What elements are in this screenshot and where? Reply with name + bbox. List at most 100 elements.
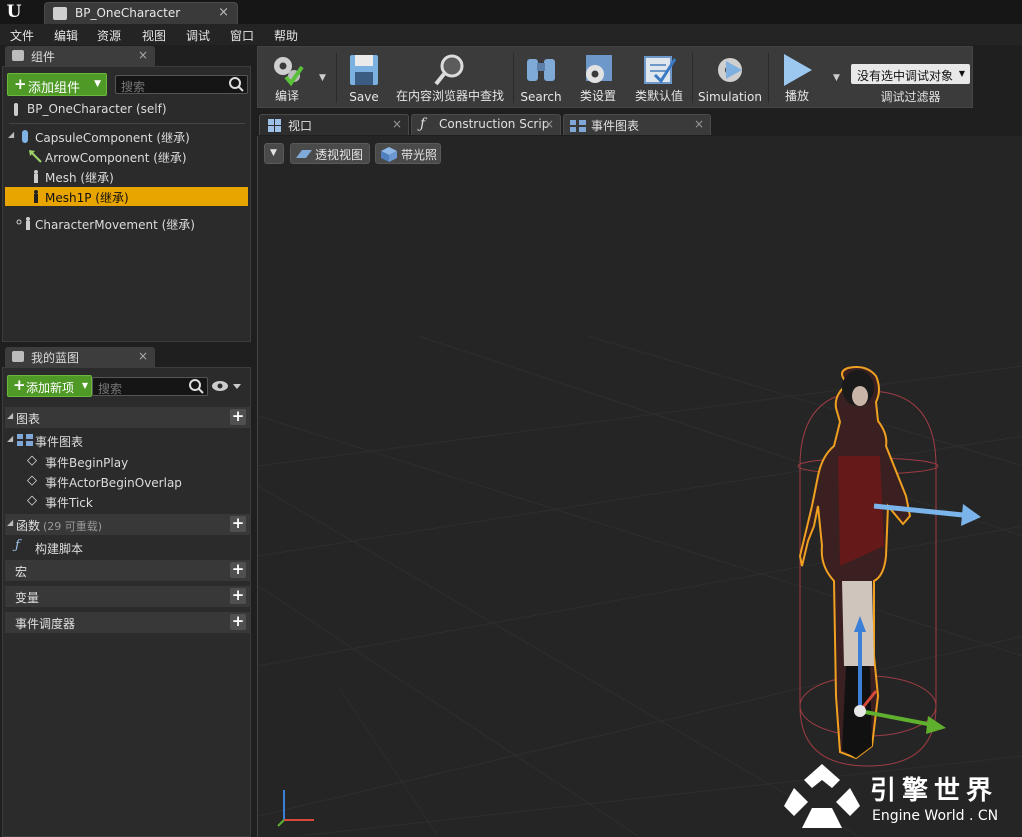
expand-triangle-icon[interactable]: ◢ <box>8 130 14 139</box>
add-function-button[interactable]: + <box>230 516 246 532</box>
menu-view[interactable]: 视图 <box>142 27 166 44</box>
self-icon <box>14 103 18 116</box>
class-settings-icon <box>586 55 612 83</box>
tab-viewport[interactable]: 视口 × <box>259 114 409 135</box>
class-settings-button[interactable]: 类设置 <box>570 49 626 107</box>
menu-help[interactable]: 帮助 <box>274 27 298 44</box>
my-blueprint-panel: + 添加新项 ▼ 搜索 ◢ 图表 + ◢ 事件图表 ◇ 事件BeginPlay … <box>2 367 251 837</box>
section-event-dispatchers[interactable]: 事件调度器 + <box>5 612 251 633</box>
section-variables[interactable]: 变量 + <box>5 586 251 607</box>
menu-edit[interactable]: 编辑 <box>54 27 78 44</box>
tab-event-graph[interactable]: 事件图表 × <box>563 114 711 135</box>
lit-cube-icon <box>381 147 397 162</box>
expand-triangle-icon: ◢ <box>7 518 14 527</box>
chevron-down-icon: ▼ <box>958 69 965 78</box>
construction-script-item[interactable]: ƒ 构建脚本 <box>5 537 251 557</box>
menu-window[interactable]: 窗口 <box>230 27 254 44</box>
close-icon[interactable]: × <box>392 117 402 131</box>
plus-icon: + <box>13 376 26 394</box>
viewport-options-button[interactable]: ▼ <box>264 143 284 164</box>
play-icon <box>784 54 812 86</box>
add-new-label: 添加新项 <box>26 381 75 395</box>
divider <box>9 123 245 124</box>
find-in-content-browser-button[interactable]: 在内容浏览器中查找 <box>392 49 508 107</box>
compile-button[interactable]: 编译 <box>262 49 312 107</box>
tab-construction-script[interactable]: ƒ Construction Scrip × <box>411 114 561 135</box>
add-macro-button[interactable]: + <box>230 562 246 578</box>
tree-item-label: CharacterMovement (继承) <box>35 218 195 232</box>
tree-item-capsule[interactable]: ◢ CapsuleComponent (继承) <box>5 127 248 146</box>
expand-triangle-icon: ◢ <box>7 434 14 443</box>
debug-filter-label: 调试过滤器 <box>880 90 941 104</box>
class-defaults-button[interactable]: 类默认值 <box>630 49 688 107</box>
event-item-actorbeginoverlap[interactable]: ◇ 事件ActorBeginOverlap <box>5 471 251 491</box>
section-graphs[interactable]: ◢ 图表 + <box>5 407 251 428</box>
menu-bar: 文件 编辑 资源 视图 调试 窗口 帮助 <box>0 24 1022 45</box>
divider <box>513 53 514 103</box>
tree-item-mesh[interactable]: Mesh (继承) <box>5 167 248 186</box>
tree-item-label: ArrowComponent (继承) <box>45 151 187 165</box>
play-options-chevron-icon[interactable]: ▼ <box>833 73 840 83</box>
save-label: Save <box>349 90 379 104</box>
divider <box>692 53 693 103</box>
menu-asset[interactable]: 资源 <box>97 27 121 44</box>
functions-override-count: (29 可重载) <box>43 520 103 533</box>
event-graph-item[interactable]: ◢ 事件图表 <box>5 430 251 450</box>
compile-options-chevron-icon[interactable]: ▼ <box>319 73 326 83</box>
perspective-button[interactable]: 透视视图 <box>290 143 370 164</box>
search-button[interactable]: Search <box>516 49 566 107</box>
menu-file[interactable]: 文件 <box>10 27 34 44</box>
event-item-tick[interactable]: ◇ 事件Tick <box>5 491 251 511</box>
section-functions[interactable]: ◢ 函数 (29 可重载) + <box>5 514 251 535</box>
tree-item-label: Mesh (继承) <box>45 171 114 185</box>
unreal-logo-icon[interactable]: U <box>2 1 26 23</box>
toolbar: 编译 ▼ Save 在内容浏览器中查找 Search 类设置 类默认值 Simu… <box>257 46 973 108</box>
document-tab-label: BP_OneCharacter <box>75 6 181 20</box>
tree-item-mesh1p[interactable]: Mesh1P (继承) <box>5 187 248 206</box>
play-button[interactable]: 播放 <box>772 49 822 107</box>
viewport-icon <box>268 119 281 132</box>
event-label: 事件Tick <box>45 496 93 510</box>
tree-item-self[interactable]: BP_OneCharacter (self) <box>5 100 248 119</box>
close-icon[interactable]: × <box>218 5 229 20</box>
tab-components-label: 组件 <box>31 50 56 64</box>
class-defaults-label: 类默认值 <box>634 89 683 103</box>
tree-item-character-movement[interactable]: CharacterMovement (继承) <box>5 214 248 233</box>
watermark-subtitle: Engine World . CN <box>872 808 999 824</box>
graph-icon <box>570 120 586 132</box>
simulation-button[interactable]: Simulation <box>696 49 764 107</box>
add-graph-button[interactable]: + <box>230 409 246 425</box>
tab-components[interactable]: 组件 × <box>5 46 155 66</box>
search-icon <box>229 77 244 92</box>
tree-item-arrow[interactable]: ArrowComponent (继承) <box>5 147 248 166</box>
chevron-down-icon: ▼ <box>94 79 101 89</box>
event-item-beginplay[interactable]: ◇ 事件BeginPlay <box>5 451 251 471</box>
class-settings-label: 类设置 <box>579 89 616 103</box>
blueprint-search-input[interactable]: 搜索 <box>92 377 208 396</box>
viewport[interactable]: ▼ 透视视图 带光照 引擎世界 Engine World . CN <box>257 136 1022 837</box>
section-macros[interactable]: 宏 + <box>5 560 251 581</box>
visibility-eye-icon[interactable] <box>211 379 241 393</box>
close-icon[interactable]: × <box>138 349 148 363</box>
add-variable-button[interactable]: + <box>230 588 246 604</box>
menu-debug[interactable]: 调试 <box>186 27 210 44</box>
save-button[interactable]: Save <box>340 49 388 107</box>
section-graphs-label: 图表 <box>16 412 41 426</box>
close-icon[interactable]: × <box>138 48 148 62</box>
compile-label: 编译 <box>274 89 299 103</box>
debug-object-value: 没有选中调试对象 <box>857 69 954 83</box>
add-component-button[interactable]: + 添加组件 ▼ <box>7 73 107 96</box>
debug-object-select[interactable]: 没有选中调试对象 ▼ <box>851 64 970 84</box>
document-tab[interactable]: BP_OneCharacter × <box>44 2 238 24</box>
event-diamond-icon: ◇ <box>27 473 37 488</box>
add-component-label: 添加组件 <box>28 81 81 96</box>
components-search-input[interactable]: 搜索 <box>115 75 248 94</box>
tab-my-blueprint[interactable]: 我的蓝图 × <box>5 347 155 367</box>
close-icon[interactable]: × <box>694 117 704 131</box>
add-dispatcher-button[interactable]: + <box>230 614 246 630</box>
tree-item-label: Mesh1P (继承) <box>45 191 129 205</box>
character-mesh[interactable] <box>778 366 1022 776</box>
add-new-button[interactable]: + 添加新项 ▼ <box>7 375 92 397</box>
lit-mode-button[interactable]: 带光照 <box>375 143 441 164</box>
close-icon[interactable]: × <box>544 117 554 131</box>
